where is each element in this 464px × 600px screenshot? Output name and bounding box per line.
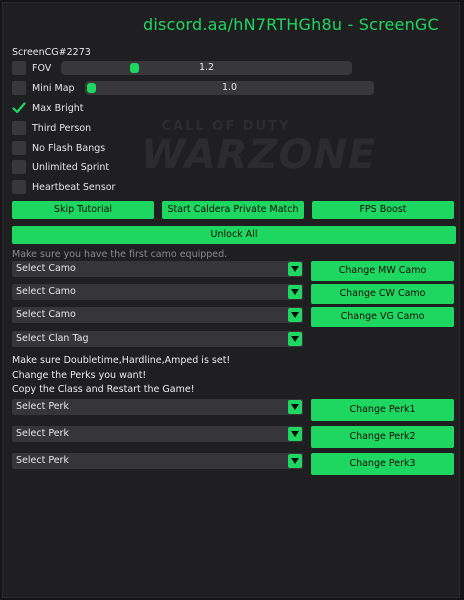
change-perk1-button[interactable]: Change Perk1	[311, 399, 454, 421]
fov-slider[interactable]: 1.2	[61, 61, 352, 75]
perk-select-3[interactable]: Select Perk	[12, 453, 303, 469]
app-window: CALL OF DUTY WARZONE discord.aa/hN7RTHGh…	[2, 2, 460, 598]
camo-select-2-value: Select Camo	[16, 286, 76, 297]
triangle-down-icon	[291, 404, 299, 410]
watermark-line2: WARZONE	[141, 132, 377, 178]
fov-slider-value: 1.2	[198, 62, 215, 73]
fov-label: FOV	[32, 62, 52, 74]
no-flash-row: No Flash Bangs	[12, 140, 105, 156]
no-flash-checkbox[interactable]	[12, 141, 26, 155]
third-person-row: Third Person	[12, 120, 91, 136]
watermark-line1: CALL OF DUTY	[161, 119, 291, 134]
max-bright-checkbox[interactable]	[12, 101, 26, 115]
start-caldera-button[interactable]: Start Caldera Private Match	[162, 201, 304, 219]
unlock-all-button[interactable]: Unlock All	[12, 226, 456, 244]
perk-select-1[interactable]: Select Perk	[12, 399, 303, 415]
mini-map-slider-value: 1.0	[221, 82, 238, 93]
perk-select-1-value: Select Perk	[16, 401, 69, 412]
mini-map-checkbox[interactable]	[12, 81, 26, 95]
clan-tag-select-arrow[interactable]	[288, 332, 302, 346]
max-bright-row: Max Bright	[12, 100, 84, 116]
perk-select-2-arrow[interactable]	[288, 427, 302, 441]
perk-select-3-value: Select Perk	[16, 455, 69, 466]
perk-note-1: Make sure Doubletime,Hardline,Amped is s…	[12, 355, 231, 366]
triangle-down-icon	[291, 336, 299, 342]
triangle-down-icon	[291, 431, 299, 437]
heartbeat-label: Heartbeat Sensor	[32, 181, 116, 193]
perk-select-2[interactable]: Select Perk	[12, 426, 303, 442]
perk-select-2-value: Select Perk	[16, 428, 69, 439]
mini-map-slider[interactable]: 1.0	[85, 81, 374, 95]
fps-boost-button[interactable]: FPS Boost	[312, 201, 454, 219]
change-perk3-button[interactable]: Change Perk3	[311, 453, 454, 475]
perk-note-2: Change the Perks you want!	[12, 370, 147, 381]
triangle-down-icon	[291, 289, 299, 295]
triangle-down-icon	[291, 458, 299, 464]
camo-select-2[interactable]: Select Camo	[12, 284, 303, 300]
perk-select-3-arrow[interactable]	[288, 454, 302, 468]
perk-select-1-arrow[interactable]	[288, 400, 302, 414]
user-label: ScreenCG#2273	[12, 47, 91, 58]
clan-tag-select[interactable]: Select Clan Tag	[12, 331, 303, 347]
third-person-label: Third Person	[32, 122, 92, 134]
camo-select-3-arrow[interactable]	[288, 308, 302, 322]
mini-map-label: Mini Map	[32, 82, 75, 94]
change-mw-camo-button[interactable]: Change MW Camo	[311, 261, 454, 281]
fov-checkbox[interactable]	[12, 61, 26, 75]
perk-note-3: Copy the Class and Restart the Game!	[12, 384, 195, 395]
mini-map-row: Mini Map	[12, 80, 75, 96]
camo-select-1-value: Select Camo	[16, 263, 76, 274]
warzone-watermark: CALL OF DUTY WARZONE	[141, 119, 377, 193]
camo-select-1[interactable]: Select Camo	[12, 261, 303, 277]
camo-select-1-arrow[interactable]	[288, 262, 302, 276]
camo-select-3-value: Select Camo	[16, 309, 76, 320]
triangle-down-icon	[291, 266, 299, 272]
check-icon	[12, 102, 26, 114]
heartbeat-row: Heartbeat Sensor	[12, 179, 115, 195]
unlimited-sprint-label: Unlimited Sprint	[32, 161, 110, 173]
unlimited-sprint-row: Unlimited Sprint	[12, 159, 109, 175]
max-bright-label: Max Bright	[32, 102, 84, 114]
third-person-checkbox[interactable]	[12, 121, 26, 135]
unlimited-sprint-checkbox[interactable]	[12, 160, 26, 174]
heartbeat-checkbox[interactable]	[12, 180, 26, 194]
camo-hint: Make sure you have the first camo equipp…	[12, 249, 228, 260]
camo-select-2-arrow[interactable]	[288, 285, 302, 299]
no-flash-label: No Flash Bangs	[32, 142, 106, 154]
change-perk2-button[interactable]: Change Perk2	[311, 426, 454, 448]
triangle-down-icon	[291, 312, 299, 318]
fov-row: FOV	[12, 60, 51, 76]
skip-tutorial-button[interactable]: Skip Tutorial	[12, 201, 154, 219]
clan-tag-select-value: Select Clan Tag	[16, 333, 89, 344]
change-cw-camo-button[interactable]: Change CW Camo	[311, 284, 454, 304]
change-vg-camo-button[interactable]: Change VG Camo	[311, 307, 454, 327]
camo-select-3[interactable]: Select Camo	[12, 307, 303, 323]
window-title: discord.aa/hN7RTHGh8u - ScreenGC	[143, 15, 439, 34]
